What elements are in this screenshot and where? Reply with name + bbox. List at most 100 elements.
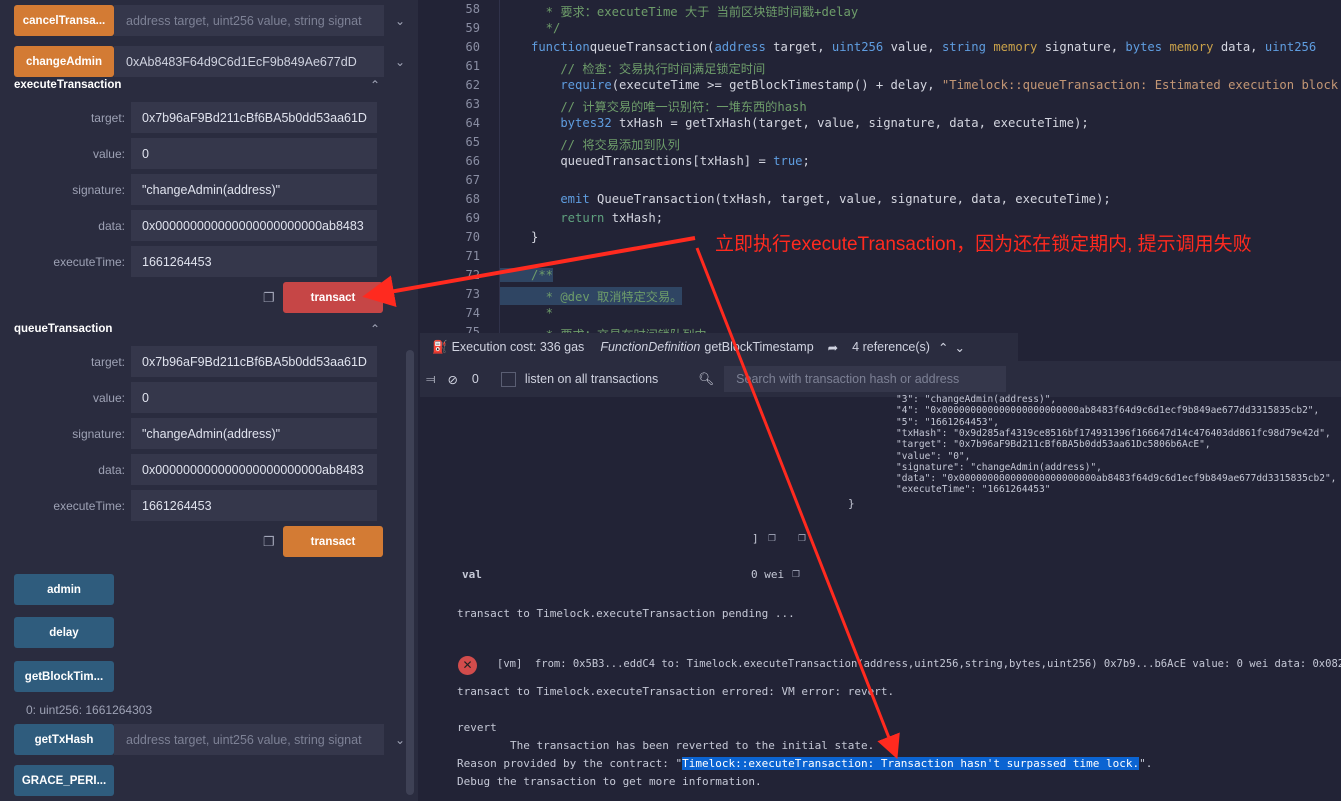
annotation-text: 立即执行executeTransaction，因为还在锁定期内, 提示调用失败 xyxy=(715,234,1252,255)
execution-cost: Execution cost: 336 gas xyxy=(451,340,585,354)
code-line[interactable]: */ xyxy=(531,21,561,35)
copy-icon[interactable]: ❐ xyxy=(792,566,800,581)
json-output-line: "5": "1661264453", xyxy=(896,416,999,428)
param-field: signature: "changeAdmin(address)" xyxy=(14,174,383,205)
param-field: value: 0 xyxy=(14,382,383,413)
line-number: 58 xyxy=(465,2,480,16)
json-brace: } xyxy=(848,497,855,510)
copy-icon[interactable]: ❐ xyxy=(768,530,776,545)
delay-button[interactable]: delay xyxy=(14,617,114,648)
error-icon: ✕ xyxy=(458,656,477,675)
chevron-up-icon[interactable]: ⌃ xyxy=(370,322,380,336)
code-line[interactable]: return txHash; xyxy=(531,211,663,225)
code-line[interactable]: queuedTransactions[txHash] = true; xyxy=(531,154,810,168)
chevron-up-icon[interactable]: ⌃ xyxy=(938,340,948,355)
clear-icon[interactable]: ⊘ xyxy=(447,372,457,387)
collapse-terminal-icon[interactable]: ⫤ xyxy=(426,372,435,387)
execute-transact-button[interactable]: transact xyxy=(283,282,383,313)
line-number: 72 xyxy=(465,268,480,282)
code-line[interactable]: functionqueueTransaction(address target,… xyxy=(531,40,1316,54)
goto-definition-icon[interactable]: ➦ xyxy=(828,340,838,355)
code-token: txHash = getTxHash(target, value, signat… xyxy=(611,116,1089,130)
admin-button[interactable]: admin xyxy=(14,574,114,605)
code-token: queueTransaction( xyxy=(589,40,715,54)
code-token: uint256 xyxy=(1264,40,1317,54)
code-line[interactable]: * @dev 取消特定交易。 xyxy=(500,287,683,305)
code-line[interactable]: require(executeTime >= getBlockTimestamp… xyxy=(531,78,1341,92)
code-line[interactable]: * xyxy=(531,306,553,320)
code-line[interactable]: * 要求：交易在时间锁队列中 xyxy=(531,325,707,333)
code-token: // 将交易添加到队列 xyxy=(531,138,680,152)
param-input[interactable]: 0 xyxy=(131,382,377,413)
terminal-log: "3": "changeAdmin(address)", "4": "0x0000… xyxy=(420,394,1341,801)
cancel-transaction-input[interactable]: address target, uint256 value, string si… xyxy=(114,5,384,36)
change-admin-input[interactable]: 0xAb8483F64d9C6d1EcF9b849Ae677dD xyxy=(114,46,384,77)
get-block-timestamp-button[interactable]: getBlockTim... xyxy=(14,661,114,692)
chevron-up-icon[interactable]: ⌃ xyxy=(370,78,380,92)
code-token: emit xyxy=(531,192,590,206)
function-name: getBlockTimestamp xyxy=(704,340,814,354)
code-token: value, xyxy=(883,40,942,54)
code-line[interactable]: // 计算交易的唯一识别符：一堆东西的hash xyxy=(531,97,806,115)
reason-line: Reason provided by the contract: "Timelo… xyxy=(457,757,1152,770)
code-line[interactable]: } xyxy=(531,230,538,244)
code-token: * @dev 取消特定交易。 xyxy=(531,290,683,304)
val-value: 0 wei xyxy=(751,568,785,581)
code-line[interactable]: * 要求：executeTime 大于 当前区块链时间戳+delay xyxy=(531,2,859,20)
code-token: (executeTime >= getBlockTimestamp() + de… xyxy=(611,78,942,92)
param-field: data: 0x000000000000000000000000ab8483 xyxy=(14,210,383,241)
chevron-down-icon[interactable]: ⌄ xyxy=(390,55,410,69)
line-number: 74 xyxy=(465,306,480,320)
chevron-down-icon[interactable]: ⌄ xyxy=(954,340,964,355)
param-input[interactable]: 0x7b96aF9Bd211cBf6BA5b0dd53aa61D xyxy=(131,346,377,377)
param-input[interactable]: 1661264453 xyxy=(131,490,377,521)
cancel-transaction-button[interactable]: cancelTransa... xyxy=(14,5,114,36)
vm-transaction-line[interactable]: [vm] from: 0x5B3...eddC4 to: Timelock.ex… xyxy=(497,658,1341,670)
param-label: executeTime: xyxy=(53,498,125,513)
pending-count: 0 xyxy=(471,372,479,386)
queue-transact-button[interactable]: transact xyxy=(283,526,383,557)
code-editor[interactable]: 58 * 要求：executeTime 大于 当前区块链时间戳+delay 59 … xyxy=(420,0,1341,333)
copy-icon[interactable]: ❐ xyxy=(263,534,275,550)
code-token: txHash; xyxy=(604,211,664,225)
param-input[interactable]: 0x000000000000000000000000ab8483 xyxy=(131,210,377,241)
param-input[interactable]: 0 xyxy=(131,138,377,169)
json-bracket: ] xyxy=(752,532,759,545)
grace-period-button[interactable]: GRACE_PERI... xyxy=(14,765,114,796)
param-input[interactable]: 0x7b96aF9Bd211cBf6BA5b0dd53aa61D xyxy=(131,102,377,133)
code-token: uint256 xyxy=(831,40,884,54)
chevron-down-icon[interactable]: ⌄ xyxy=(390,14,410,28)
param-label: target: xyxy=(90,354,125,369)
param-input[interactable]: "changeAdmin(address)" xyxy=(131,174,377,205)
line-number: 60 xyxy=(465,40,480,54)
transaction-search-input[interactable]: Search with transaction hash or address xyxy=(724,366,1007,392)
listen-checkbox[interactable] xyxy=(500,371,516,387)
scrollbar[interactable] xyxy=(406,350,414,795)
param-field: signature: "changeAdmin(address)" xyxy=(14,418,383,449)
param-label: data: xyxy=(98,218,125,233)
code-token: ; xyxy=(802,154,810,168)
code-token: bytes32 xyxy=(531,116,612,130)
get-tx-hash-button[interactable]: getTxHash xyxy=(14,724,114,755)
change-admin-button[interactable]: changeAdmin xyxy=(14,46,114,77)
copy-icon[interactable]: ❐ xyxy=(798,530,806,545)
param-input[interactable]: "changeAdmin(address)" xyxy=(131,418,377,449)
revert-reason: Timelock::executeTransaction: Transactio… xyxy=(682,757,1140,770)
param-input[interactable]: 0x000000000000000000000000ab8483 xyxy=(131,454,377,485)
copy-icon[interactable]: ❐ xyxy=(263,290,275,306)
get-tx-hash-input[interactable]: address target, uint256 value, string si… xyxy=(114,724,384,755)
code-line[interactable]: /** xyxy=(500,268,554,282)
code-line[interactable]: bytes32 txHash = getTxHash(target, value… xyxy=(531,116,1089,130)
reason-prefix: Reason provided by the contract: " xyxy=(457,757,683,770)
code-token: queuedTransactions[txHash] = xyxy=(531,154,774,168)
code-line[interactable]: // 将交易添加到队列 xyxy=(531,135,680,153)
code-line[interactable]: // 检查：交易执行时间满足锁定时间 xyxy=(531,59,765,77)
code-token: // 检查：交易执行时间满足锁定时间 xyxy=(531,62,766,76)
code-token: "Timelock::queueTransaction: Estimated e… xyxy=(941,78,1339,92)
param-field: executeTime: 1661264453 xyxy=(14,246,383,277)
param-label: value: xyxy=(92,146,125,161)
param-input[interactable]: 1661264453 xyxy=(131,246,377,277)
code-line[interactable]: emit QueueTransaction(txHash, target, va… xyxy=(531,192,1110,206)
param-field: data: 0x000000000000000000000000ab8483 xyxy=(14,454,383,485)
json-output-line: "executeTime": "1661264453" xyxy=(896,484,1051,496)
